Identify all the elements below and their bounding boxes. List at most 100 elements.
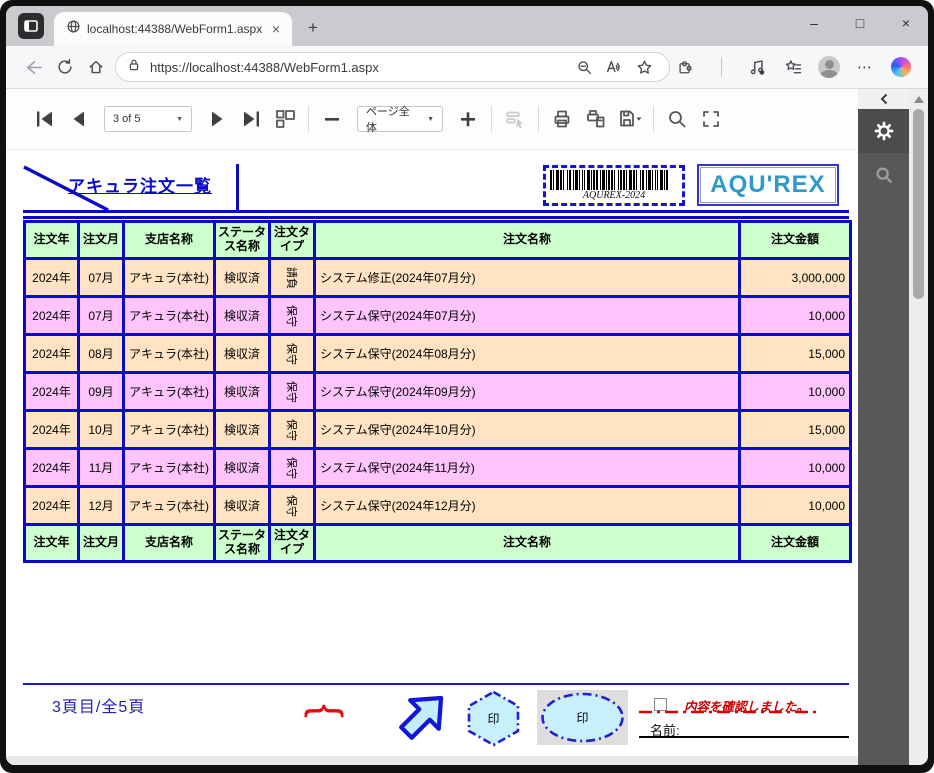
cell-order-amount: 3,000,000 (740, 259, 851, 297)
name-underline (639, 736, 849, 738)
media-controls-icon[interactable] (742, 58, 772, 76)
cell-branch: アキュラ(本社) (124, 373, 215, 411)
page-number-select[interactable]: 3 of 5▼ (104, 106, 192, 132)
zoom-mode-select[interactable]: ページ全体▼ (357, 106, 443, 132)
zoom-out-page-icon[interactable] (569, 59, 599, 76)
first-page-button[interactable] (28, 102, 62, 136)
report-viewer: 3 of 5▼ ページ全体▼ (6, 89, 858, 765)
header-order-year: 注文年 (25, 222, 79, 259)
cell-order-type: 保守 (270, 449, 315, 487)
next-page-button[interactable] (200, 102, 234, 136)
footer-branch: 支店名称 (124, 525, 215, 562)
home-button[interactable] (80, 58, 111, 76)
barcode-bars (550, 170, 678, 190)
maximize-button[interactable]: □ (852, 15, 868, 31)
cell-order-month: 11月 (79, 449, 124, 487)
viewer-toolbar: 3 of 5▼ ページ全体▼ (6, 89, 858, 150)
scrollbar-up-arrow[interactable] (914, 96, 924, 103)
scrollbar-thumb[interactable] (913, 109, 924, 299)
last-page-button[interactable] (234, 102, 268, 136)
refresh-button[interactable] (49, 58, 80, 76)
zoom-in-button[interactable] (451, 102, 485, 136)
back-button[interactable] (18, 58, 49, 77)
order-table: 注文年 注文月 支店名称 ステータス名称 注文タイプ 注文名称 注文金額 202… (23, 220, 852, 563)
previous-page-button[interactable] (62, 102, 96, 136)
sidebar-settings-button[interactable] (858, 109, 909, 153)
new-tab-button[interactable]: + (304, 18, 322, 38)
cell-order-type: 保守 (270, 335, 315, 373)
barcode-label: AQUREX-2024 (583, 190, 645, 201)
browser-tab[interactable]: localhost:44388/WebForm1.aspx × (54, 12, 292, 46)
cell-order-type: 保守 (270, 297, 315, 335)
read-aloud-icon[interactable] (599, 58, 629, 76)
selection-tool-button (498, 102, 532, 136)
multipage-view-button[interactable] (268, 102, 302, 136)
page-end-strip (6, 756, 858, 765)
cell-branch: アキュラ(本社) (124, 411, 215, 449)
close-button[interactable]: × (898, 15, 914, 31)
cell-status: 検収済 (215, 411, 270, 449)
viewer-sidebar (858, 89, 909, 765)
table-row: 2024年 09月 アキュラ(本社) 検収済 保守 システム保守(2024年09… (25, 373, 851, 411)
vertical-scrollbar (909, 89, 928, 765)
header-order-type: 注文タイプ (270, 222, 315, 259)
print-layout-button[interactable] (579, 102, 613, 136)
cell-order-amount: 10,000 (740, 487, 851, 525)
cell-status: 検収済 (215, 487, 270, 525)
title-separator (236, 164, 239, 211)
cell-order-year: 2024年 (25, 297, 79, 335)
cell-order-type: 保守 (270, 411, 315, 449)
cell-order-year: 2024年 (25, 259, 79, 297)
report-page: アキュラ注文一覧 AQUREX-2024 AQU'REX (6, 150, 858, 765)
header-branch: 支店名称 (124, 222, 215, 259)
hexagon-stamp: 印 (465, 689, 522, 748)
tab-close-icon[interactable]: × (268, 21, 284, 37)
favorites-star-icon[interactable] (629, 59, 659, 76)
zoom-out-button[interactable] (315, 102, 349, 136)
red-brace-shape: { (298, 690, 356, 732)
address-bar[interactable]: https://localhost:44388/WebForm1.aspx (115, 52, 670, 82)
extensions-icon[interactable] (670, 58, 700, 76)
header-status: ステータス名称 (215, 222, 270, 259)
copilot-icon[interactable] (886, 57, 916, 77)
barcode: AQUREX-2024 (543, 165, 685, 206)
minimize-button[interactable]: – (806, 15, 822, 31)
globe-icon (66, 19, 81, 39)
logo-text: AQU'REX (710, 171, 825, 199)
browser-window: localhost:44388/WebForm1.aspx × + – □ × (0, 0, 934, 773)
header-order-amount: 注文金額 (740, 222, 851, 259)
fullscreen-button[interactable] (694, 102, 728, 136)
search-icon (874, 165, 894, 185)
cell-branch: アキュラ(本社) (124, 335, 215, 373)
footer-order-name: 注文名称 (315, 525, 740, 562)
ellipse-stamp: 印 (537, 690, 628, 745)
cell-order-month: 09月 (79, 373, 124, 411)
search-document-button[interactable] (660, 102, 694, 136)
cell-order-year: 2024年 (25, 449, 79, 487)
table-row: 2024年 10月 アキュラ(本社) 検収済 保守 システム保守(2024年10… (25, 411, 851, 449)
url-text: https://localhost:44388/WebForm1.aspx (150, 60, 569, 75)
print-button[interactable] (545, 102, 579, 136)
header-order-month: 注文月 (79, 222, 124, 259)
sidebar-collapse-button[interactable] (858, 89, 909, 109)
settings-menu-icon[interactable]: ⋯ (850, 58, 880, 76)
gear-icon (874, 121, 894, 141)
workspaces-icon[interactable] (18, 13, 44, 39)
cell-order-name: システム保守(2024年07月分) (315, 297, 740, 335)
address-toolbar: https://localhost:44388/WebForm1.aspx (6, 46, 928, 89)
table-row: 2024年 08月 アキュラ(本社) 検収済 保守 システム保守(2024年08… (25, 335, 851, 373)
collections-icon[interactable] (778, 58, 808, 77)
cell-order-month: 07月 (79, 259, 124, 297)
cell-order-year: 2024年 (25, 411, 79, 449)
export-button[interactable] (613, 102, 647, 136)
profile-avatar[interactable] (814, 56, 844, 78)
northeast-arrow-shape (389, 682, 457, 750)
footer-status: ステータス名称 (215, 525, 270, 562)
ellipse-stamp-label: 印 (537, 709, 628, 726)
cell-order-amount: 15,000 (740, 411, 851, 449)
browser-action-icons: ⋯ (670, 56, 916, 78)
sidebar-search-button[interactable] (858, 153, 909, 197)
footer-order-month: 注文月 (79, 525, 124, 562)
table-row: 2024年 07月 アキュラ(本社) 検収済 請負 システム修正(2024年07… (25, 259, 851, 297)
footer-order-amount: 注文金額 (740, 525, 851, 562)
